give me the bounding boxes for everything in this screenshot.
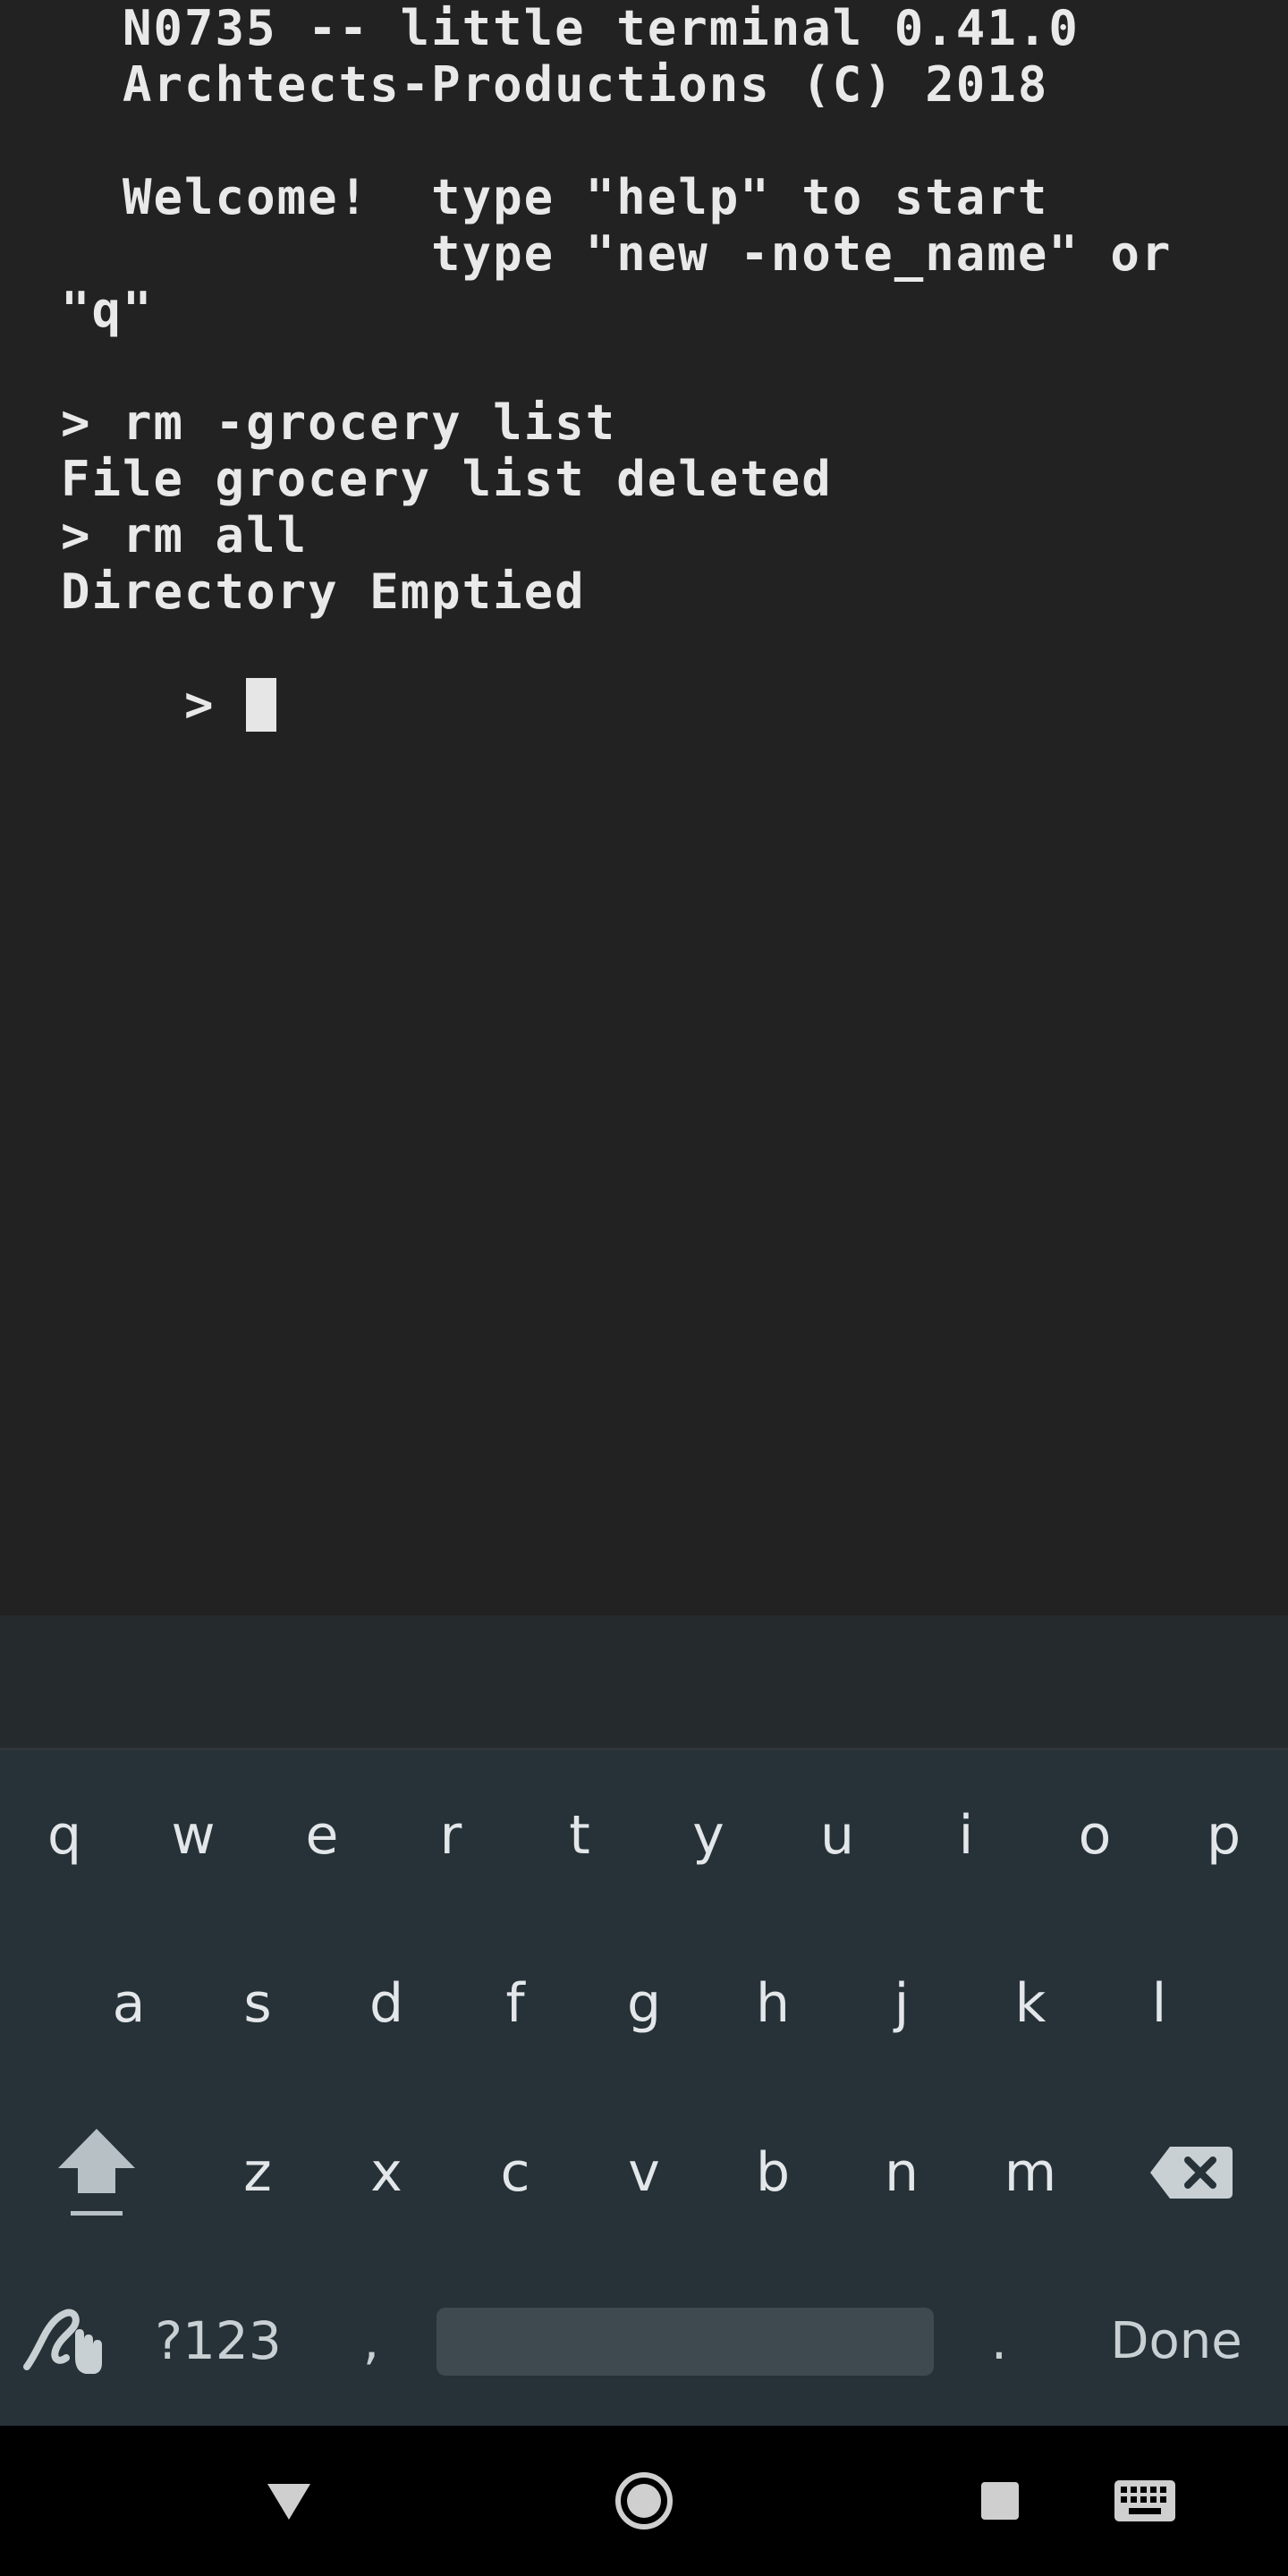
keyboard-row-2: a s d f g h j k l [0, 1919, 1288, 2089]
home-circle-icon [615, 2472, 673, 2529]
home-button[interactable] [590, 2426, 698, 2576]
done-key[interactable]: Done [1064, 2256, 1288, 2426]
keyboard-switch-icon [1114, 2480, 1175, 2521]
key-m[interactable]: m [966, 2088, 1095, 2258]
key-r[interactable]: r [386, 1750, 515, 1920]
terminal-prompt: > [184, 676, 247, 733]
period-key[interactable]: . [941, 2256, 1057, 2426]
handwriting-key[interactable] [0, 2256, 129, 2426]
terminal-line: Welcome! type "help" to start [61, 169, 1049, 225]
system-nav-bar [0, 2426, 1288, 2576]
key-k[interactable]: k [966, 1919, 1095, 2089]
keyboard-row-1: q w e r t y u i o p [0, 1750, 1288, 1920]
key-v[interactable]: v [580, 2088, 708, 2258]
key-a[interactable]: a [64, 1919, 193, 2089]
recents-square-icon [981, 2482, 1019, 2520]
key-p[interactable]: p [1159, 1750, 1288, 1920]
shift-arrow-icon [58, 2129, 135, 2216]
symbols-key[interactable]: ?123 [129, 2256, 308, 2426]
recents-button[interactable] [953, 2426, 1046, 2576]
key-c[interactable]: c [451, 2088, 580, 2258]
key-g[interactable]: g [580, 1919, 708, 2089]
comma-key[interactable]: , [313, 2256, 429, 2426]
key-w[interactable]: w [129, 1750, 258, 1920]
shift-key[interactable] [0, 2088, 193, 2258]
terminal-line: "q" [61, 282, 154, 338]
key-y[interactable]: y [644, 1750, 773, 1920]
key-j[interactable]: j [837, 1919, 966, 2089]
key-x[interactable]: x [322, 2088, 451, 2258]
key-f[interactable]: f [451, 1919, 580, 2089]
terminal-line: > rm all [61, 507, 309, 564]
terminal-line: Archtects-Productions (C) 2018 [61, 56, 1049, 113]
terminal-input-line[interactable]: > [61, 620, 277, 789]
keyboard-switch-button[interactable] [1100, 2426, 1190, 2576]
backspace-key[interactable] [1095, 2088, 1288, 2258]
soft-keyboard: q w e r t y u i o p a s d f g h j k l z … [0, 1750, 1288, 2426]
key-o[interactable]: o [1030, 1750, 1159, 1920]
terminal-line: N0735 -- little terminal 0.41.0 [61, 0, 1080, 56]
back-button[interactable] [233, 2426, 345, 2576]
space-bar[interactable] [436, 2308, 934, 2376]
key-q[interactable]: q [0, 1750, 129, 1920]
terminal-line: File grocery list deleted [61, 451, 833, 507]
text-cursor [246, 678, 277, 732]
back-triangle-icon [267, 2484, 310, 2520]
key-l[interactable]: l [1095, 1919, 1224, 2089]
key-u[interactable]: u [773, 1750, 902, 1920]
key-s[interactable]: s [193, 1919, 322, 2089]
terminal-screen[interactable]: N0735 -- little terminal 0.41.0 Archtect… [0, 0, 1288, 1615]
key-h[interactable]: h [708, 1919, 837, 2089]
suggestion-strip [0, 1615, 1288, 1750]
keyboard-row-4: ?123 , . Done [0, 2256, 1288, 2426]
backspace-icon [1150, 2147, 1233, 2199]
terminal-line: Directory Emptied [61, 564, 586, 620]
key-z[interactable]: z [193, 2088, 322, 2258]
key-b[interactable]: b [708, 2088, 837, 2258]
terminal-line: > rm -grocery list [61, 394, 617, 451]
key-i[interactable]: i [902, 1750, 1030, 1920]
terminal-line: type "new -note_name" or [61, 225, 1173, 282]
keyboard-row-3: z x c v b n m [0, 2088, 1288, 2258]
key-n[interactable]: n [837, 2088, 966, 2258]
handwriting-icon [23, 2309, 102, 2374]
key-t[interactable]: t [515, 1750, 644, 1920]
key-d[interactable]: d [322, 1919, 451, 2089]
key-e[interactable]: e [258, 1750, 386, 1920]
